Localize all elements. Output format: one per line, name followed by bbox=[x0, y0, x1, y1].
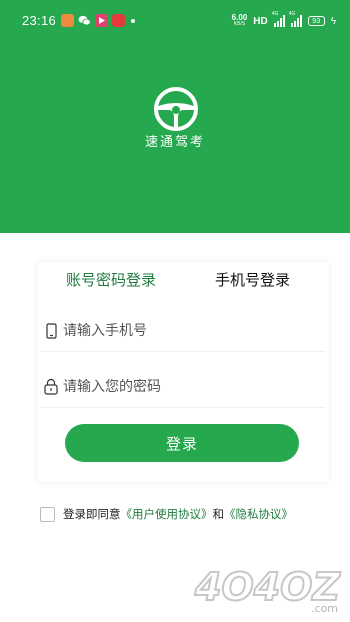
signal-icon-2: 4G bbox=[289, 11, 302, 27]
status-bar: 23:16 6.00 KB/S HD 4G 4G 93 ϟ bbox=[0, 0, 350, 42]
signal-icon-1: 4G bbox=[272, 11, 285, 27]
agreement-conjunction: 和 bbox=[212, 507, 225, 521]
charging-icon: ϟ bbox=[330, 15, 336, 27]
lock-icon bbox=[43, 378, 59, 396]
agreement-row: 登录即同意 《用户使用协议》 和 《隐私协议》 bbox=[40, 505, 293, 523]
notification-app-icon-2 bbox=[95, 14, 108, 27]
tab-account-password[interactable]: 账号密码登录 bbox=[66, 269, 156, 290]
tab-phone[interactable]: 手机号登录 bbox=[215, 269, 290, 290]
phone-input[interactable] bbox=[63, 322, 303, 339]
header-banner: 23:16 6.00 KB/S HD 4G 4G 93 ϟ 速通驾考 bbox=[0, 0, 350, 233]
phone-icon bbox=[43, 322, 59, 340]
privacy-agreement-link[interactable]: 《隐私协议》 bbox=[224, 506, 293, 522]
steering-wheel-icon bbox=[153, 86, 199, 132]
network-speed: 6.00 KB/S bbox=[231, 13, 248, 28]
watermark-suffix: .com bbox=[311, 602, 338, 615]
status-time: 23:16 bbox=[22, 13, 57, 28]
wechat-icon bbox=[78, 14, 91, 27]
password-field bbox=[41, 366, 325, 408]
phone-field bbox=[41, 310, 325, 352]
password-input[interactable] bbox=[63, 378, 303, 395]
battery-icon: 93 bbox=[307, 16, 325, 26]
app-name: 速通驾考 bbox=[144, 135, 205, 150]
login-tabs: 账号密码登录 手机号登录 bbox=[37, 262, 329, 298]
user-agreement-link[interactable]: 《用户使用协议》 bbox=[121, 506, 213, 522]
more-notifications-dot bbox=[131, 19, 135, 23]
status-indicators: 6.00 KB/S HD 4G 4G 93 ϟ bbox=[231, 11, 336, 30]
agreement-prefix: 登录即同意 bbox=[63, 507, 121, 521]
watermark: 4O4OZ .com bbox=[193, 560, 348, 615]
notification-app-icon-3 bbox=[112, 14, 125, 27]
notification-app-icon-1 bbox=[61, 14, 74, 27]
hd-indicator: HD bbox=[253, 15, 268, 27]
login-button[interactable]: 登录 bbox=[65, 424, 299, 462]
agreement-checkbox[interactable] bbox=[40, 506, 55, 522]
login-card: 账号密码登录 手机号登录 登录 bbox=[37, 262, 329, 482]
